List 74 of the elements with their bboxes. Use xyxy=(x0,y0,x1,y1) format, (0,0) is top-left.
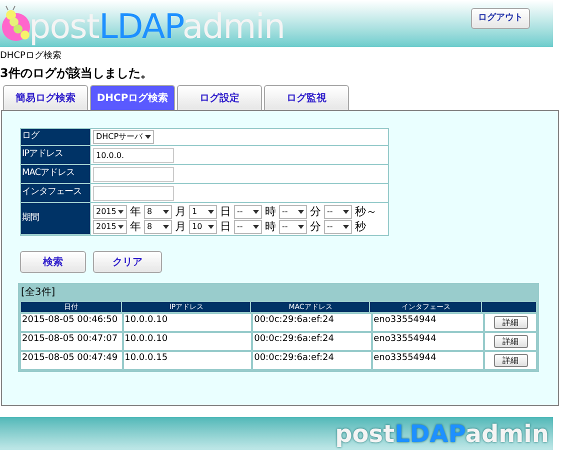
unit-label: 年 xyxy=(130,206,141,217)
dropdown[interactable]: DHCPサーバ xyxy=(93,130,154,144)
unit-label: 時 xyxy=(265,221,276,232)
field-label: インタフェース xyxy=(21,184,90,202)
unit-label: 秒～ xyxy=(355,206,377,217)
table-cell: 10.0.0.15 xyxy=(124,352,252,369)
field-label: 期間 xyxy=(21,203,90,234)
dropdown[interactable]: 8 xyxy=(144,204,172,218)
caret-icon xyxy=(298,224,304,228)
caret-icon xyxy=(208,210,214,214)
logo-text: postLDAPadmin xyxy=(29,10,285,44)
table-cell: eno33554944 xyxy=(372,333,484,350)
caret-icon xyxy=(298,210,304,214)
table-cell: 00:0c:29:6a:ef:24 xyxy=(253,352,371,369)
table-cell: 10.0.0.10 xyxy=(124,333,252,350)
dropdown[interactable]: -- xyxy=(234,204,262,218)
caret-icon xyxy=(118,224,124,228)
caret-icon xyxy=(144,135,151,139)
unit-label: 年 xyxy=(130,221,141,232)
dropdown[interactable]: -- xyxy=(234,220,262,234)
input-field[interactable] xyxy=(93,166,174,182)
field-label: MACアドレス xyxy=(21,165,90,183)
unit-label: 分 xyxy=(310,221,321,232)
caret-icon xyxy=(253,210,259,214)
dropdown[interactable]: -- xyxy=(279,220,307,234)
unit-label: 分 xyxy=(310,206,321,217)
result-message: 3件のログが該当しました。 xyxy=(0,66,152,80)
table-cell: eno33554944 xyxy=(372,314,484,331)
caret-icon xyxy=(208,224,214,228)
table-cell: eno33554944 xyxy=(372,352,484,369)
caret-icon xyxy=(163,224,169,228)
dropdown[interactable]: 2015 xyxy=(93,220,127,234)
caret-icon xyxy=(253,224,259,228)
logout-button[interactable]: ログアウト xyxy=(471,8,530,29)
dropdown[interactable]: 2015 xyxy=(93,204,127,218)
tab[interactable]: ログ設定 xyxy=(177,85,262,110)
tab[interactable]: ログ監視 xyxy=(264,85,349,110)
unit-label: 月 xyxy=(175,221,186,232)
field-label: IPアドレス xyxy=(21,146,90,164)
dropdown[interactable]: 10 xyxy=(189,220,217,234)
table-cell: 00:0c:29:6a:ef:24 xyxy=(253,314,371,331)
dropdown[interactable]: -- xyxy=(324,220,352,234)
detail-button[interactable]: 詳細 xyxy=(494,316,528,329)
logo-text: postLDAPadmin xyxy=(335,422,549,446)
table-cell: 00:0c:29:6a:ef:24 xyxy=(253,333,371,350)
caret-icon xyxy=(343,210,349,214)
caret-icon xyxy=(163,210,169,214)
input-field[interactable] xyxy=(93,186,174,200)
dropdown[interactable]: 8 xyxy=(144,220,172,234)
result-count: [全3件] xyxy=(21,286,56,300)
input-field[interactable]: 10.0.0. xyxy=(93,148,174,162)
detail-button[interactable]: 詳細 xyxy=(494,354,528,367)
unit-label: 秒 xyxy=(355,221,366,232)
unit-label: 月 xyxy=(175,206,186,217)
table-cell: 2015-08-05 00:46:50 xyxy=(21,314,122,331)
dropdown[interactable]: -- xyxy=(324,204,352,218)
tab[interactable]: DHCPログ検索 xyxy=(90,85,175,110)
dropdown[interactable]: -- xyxy=(279,204,307,218)
mascot-icon xyxy=(1,4,31,42)
table-cell: 10.0.0.10 xyxy=(124,314,252,331)
unit-label: 時 xyxy=(265,206,276,217)
action-button[interactable]: 検索 xyxy=(20,251,86,273)
table-cell: 2015-08-05 00:47:07 xyxy=(21,333,122,350)
breadcrumb: DHCPログ検索 xyxy=(0,50,62,62)
dropdown[interactable]: 1 xyxy=(189,204,217,218)
detail-button[interactable]: 詳細 xyxy=(494,335,528,348)
table-cell: 2015-08-05 00:47:49 xyxy=(21,352,122,369)
caret-icon xyxy=(343,224,349,228)
caret-icon xyxy=(118,210,124,214)
field-label: ログ xyxy=(21,129,90,145)
tab[interactable]: 簡易ログ検索 xyxy=(3,85,88,110)
unit-label: 日 xyxy=(220,221,231,232)
unit-label: 日 xyxy=(220,206,231,217)
action-button[interactable]: クリア xyxy=(93,251,162,273)
